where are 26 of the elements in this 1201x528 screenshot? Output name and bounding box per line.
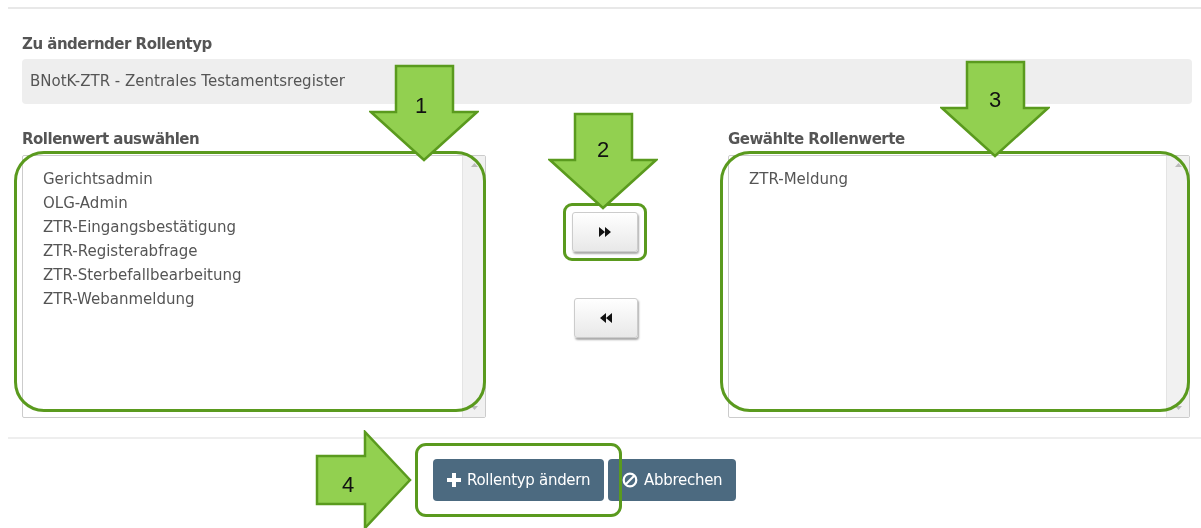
list-item[interactable]: ZTR-Webanmeldung xyxy=(43,287,195,311)
list-item[interactable]: Gerichtsadmin xyxy=(43,167,153,191)
double-right-icon xyxy=(598,226,612,238)
prohibited-icon xyxy=(622,472,639,488)
plus-icon xyxy=(447,473,461,487)
callout-number: 2 xyxy=(597,138,610,162)
list-item[interactable]: OLG-Admin xyxy=(43,191,128,215)
submit-button[interactable]: Rollentyp ändern xyxy=(433,459,605,501)
move-button[interactable] xyxy=(572,212,638,252)
callout-number: 1 xyxy=(415,94,428,118)
move-button[interactable] xyxy=(574,298,638,338)
down-arrow-icon xyxy=(369,64,479,162)
right-arrow-icon xyxy=(315,430,412,528)
scroll-up-icon xyxy=(1173,162,1183,168)
double-left-icon xyxy=(599,312,613,324)
list-item[interactable]: ZTR-Meldung xyxy=(749,167,849,191)
down-arrow-icon xyxy=(940,60,1050,158)
cancel-button[interactable]: Abbrechen xyxy=(608,459,737,501)
list-label: Gewählte Rollenwerte xyxy=(728,129,906,150)
list-item[interactable]: ZTR-Sterbefallbearbeitung xyxy=(43,263,242,287)
list-item[interactable]: ZTR-Registerabfrage xyxy=(43,239,198,263)
list-item[interactable]: ZTR-Eingangsbestätigung xyxy=(43,215,237,239)
list-label: Rollenwert auswählen xyxy=(22,129,201,150)
callout-number: 3 xyxy=(989,88,1002,112)
callout-number: 4 xyxy=(342,473,355,497)
field-label: Zu ändernder Rollentyp xyxy=(22,34,213,55)
